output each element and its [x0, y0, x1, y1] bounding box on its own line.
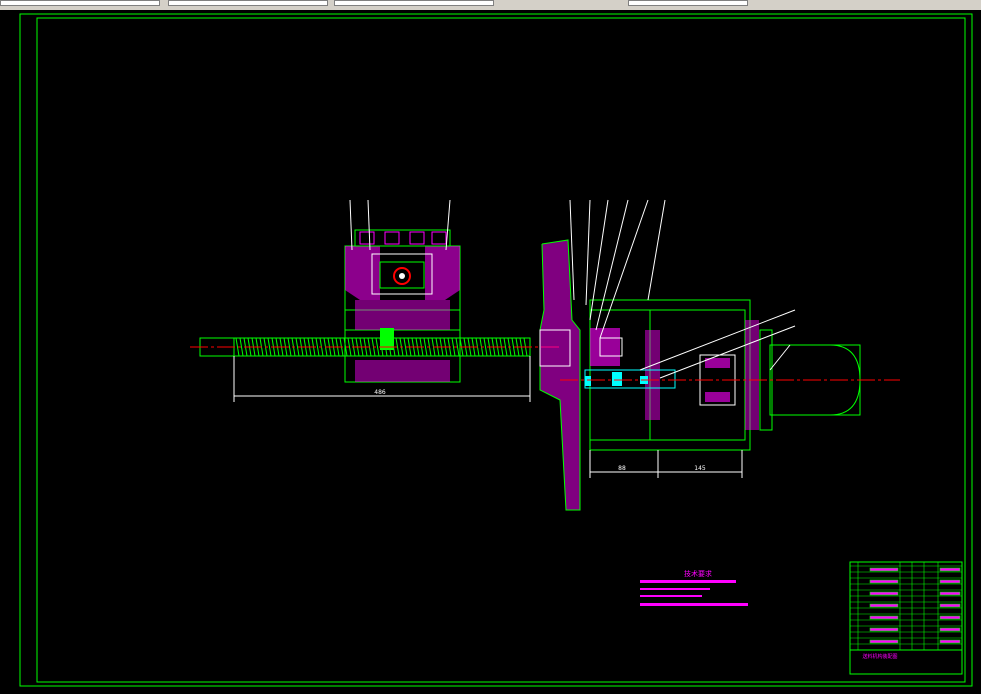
bom-text-mark [939, 591, 961, 596]
cad-drawing: 486 88 145 技术要求 送料机构装配图 [19, 13, 973, 687]
bom-text-mark [939, 627, 961, 632]
bom-text-mark [939, 603, 961, 608]
bom-text-mark [939, 615, 961, 620]
bom-text-mark [869, 591, 899, 596]
thread-line [483, 337, 488, 357]
bom-text-mark [869, 615, 899, 620]
thread-line [315, 337, 320, 357]
bom-text-mark [939, 579, 961, 584]
bom-text-mark [869, 603, 899, 608]
technical-notes: 技术要求 [640, 569, 748, 606]
bom-text-mark [939, 567, 961, 572]
bom-text-mark [939, 639, 961, 644]
left-assembly: 486 [190, 199, 560, 402]
drawing-title: 送料机构装配图 [862, 653, 897, 660]
bom-text-mark [869, 579, 899, 584]
right-assembly: 88 145 [539, 199, 900, 511]
thread-line [375, 337, 380, 357]
notes-title: 技术要求 [684, 569, 712, 578]
dimension-right: 145 [694, 465, 706, 472]
top-clamp-slots [359, 231, 447, 245]
thread-line [423, 337, 428, 357]
bom-text-mark [869, 639, 899, 644]
inner-border [36, 17, 966, 683]
bom-text-mark [869, 627, 899, 632]
dimension-left: 486 [374, 389, 386, 396]
outer-border [19, 13, 973, 687]
dimension-mid: 88 [618, 465, 626, 472]
bom-rows [850, 562, 962, 650]
bom-text-mark [869, 567, 899, 572]
title-block: 送料机构装配图 [849, 561, 963, 675]
thread-line [267, 337, 272, 357]
